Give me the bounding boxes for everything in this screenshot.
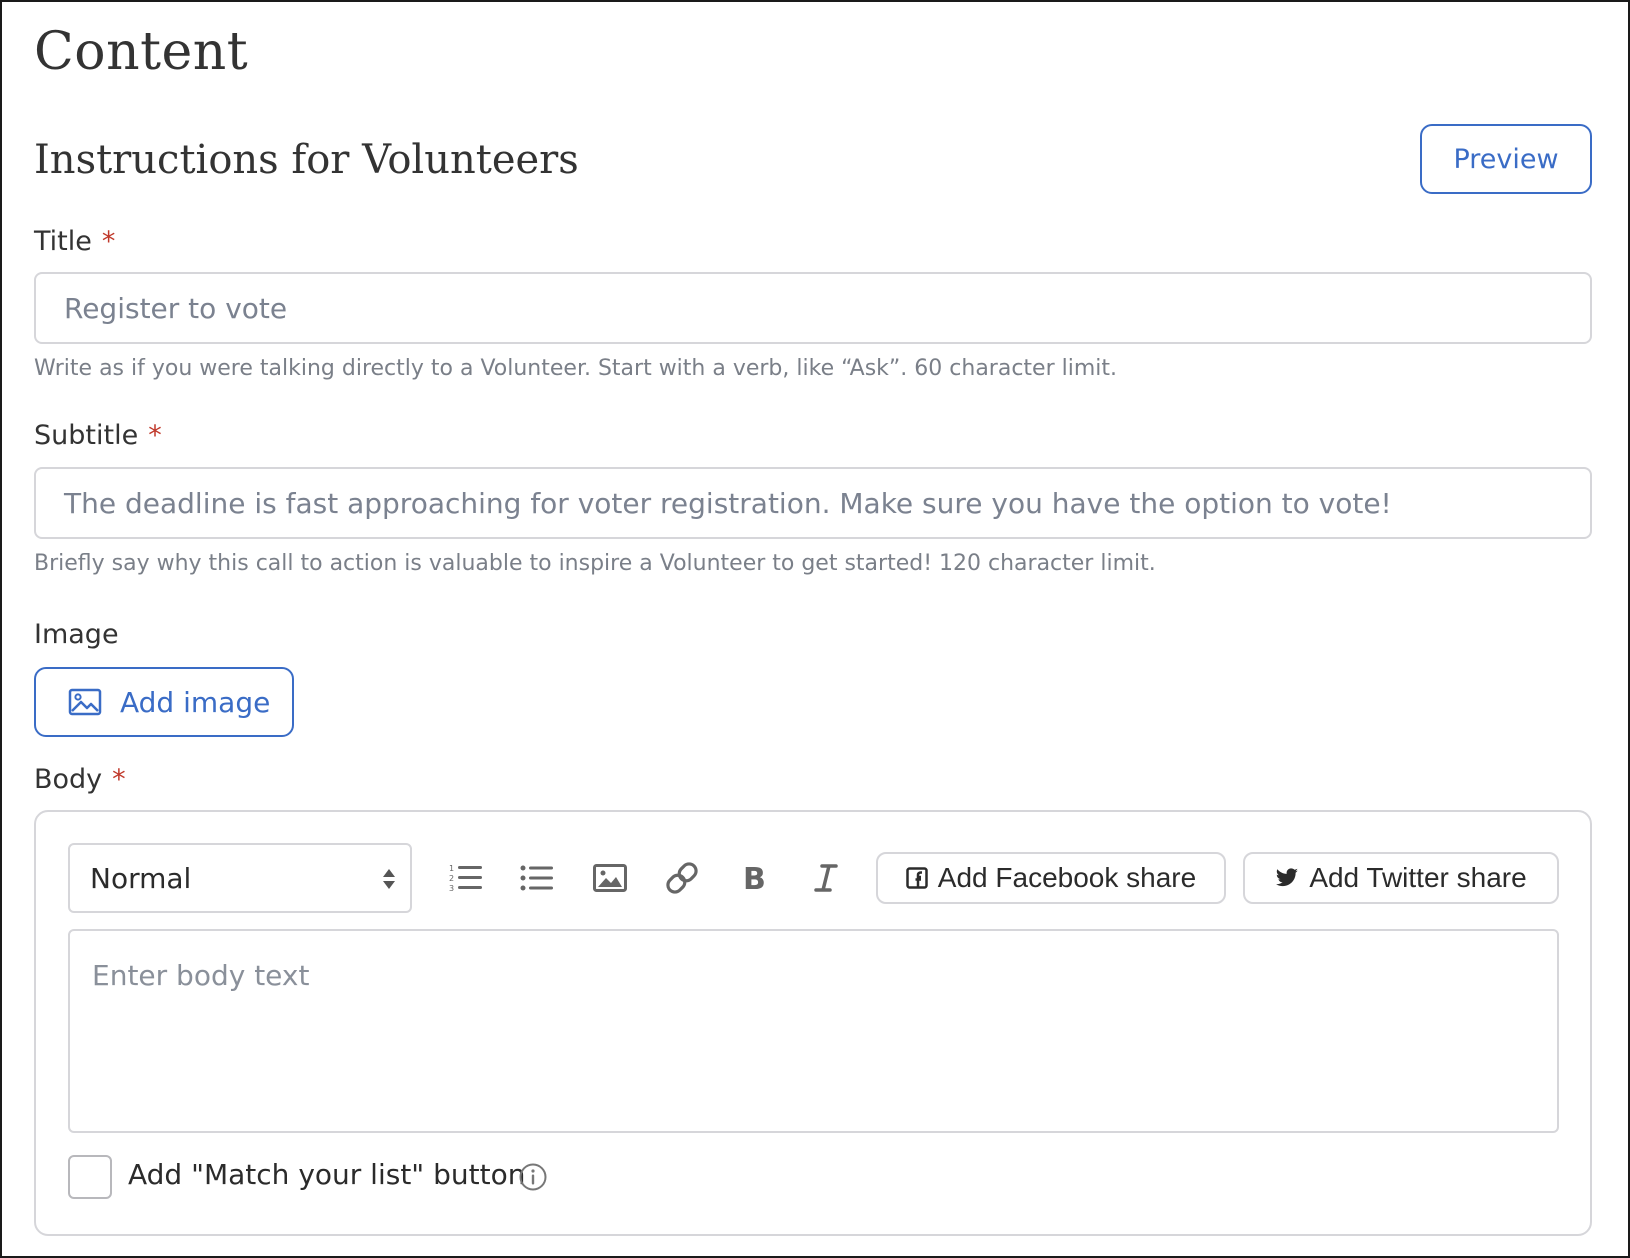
preview-button[interactable]: Preview (1420, 124, 1592, 194)
required-asterisk: * (148, 420, 162, 451)
select-arrows-icon (383, 869, 395, 889)
subtitle-label-text: Subtitle (34, 420, 139, 451)
match-list-label: Add "Match your list" button (128, 1158, 526, 1191)
image-icon (68, 688, 102, 716)
body-editor-placeholder: Enter body text (92, 959, 310, 992)
facebook-share-label: Add Facebook share (937, 862, 1197, 893)
subtitle-hint: Briefly say why this call to action is v… (34, 551, 1156, 576)
insert-image-icon[interactable] (590, 858, 630, 898)
title-input-placeholder: Register to vote (64, 291, 288, 325)
add-image-label: Add image (120, 685, 271, 719)
twitter-share-label: Add Twitter share (1309, 862, 1527, 893)
bold-icon[interactable]: B (734, 858, 774, 898)
svg-text:2: 2 (449, 874, 454, 883)
body-text-editor[interactable]: Enter body text (68, 929, 1559, 1133)
required-asterisk: * (101, 226, 116, 257)
title-hint: Write as if you were talking directly to… (34, 356, 1118, 381)
add-facebook-share-button[interactable]: Add Facebook share (876, 852, 1226, 904)
subtitle-field-label: Subtitle * (34, 420, 162, 451)
body-field-label: Body * (34, 764, 126, 795)
subtitle-input-placeholder: The deadline is fast approaching for vot… (64, 486, 1392, 520)
section-title: Instructions for Volunteers (34, 137, 579, 183)
image-field-label: Image (34, 619, 119, 650)
title-field-label: Title * (34, 226, 115, 257)
info-icon[interactable] (518, 1162, 548, 1192)
link-icon[interactable] (662, 858, 702, 898)
add-image-button[interactable]: Add image (34, 667, 294, 737)
italic-icon[interactable] (806, 858, 846, 898)
format-select-value: Normal (90, 861, 192, 895)
svg-text:B: B (743, 862, 766, 894)
match-list-checkbox[interactable] (68, 1155, 112, 1199)
svg-text:1: 1 (449, 864, 454, 873)
format-select[interactable]: Normal (68, 843, 412, 913)
required-asterisk: * (112, 764, 126, 795)
unordered-list-icon[interactable] (517, 858, 557, 898)
title-input[interactable]: Register to vote (34, 272, 1592, 344)
facebook-icon (906, 867, 928, 889)
subtitle-input[interactable]: The deadline is fast approaching for vot… (34, 467, 1592, 539)
ordered-list-icon[interactable]: 1 2 3 (446, 858, 486, 898)
page-title: Content (34, 22, 249, 82)
svg-text:3: 3 (449, 884, 454, 893)
twitter-icon (1276, 868, 1299, 887)
add-twitter-share-button[interactable]: Add Twitter share (1243, 852, 1559, 904)
title-label-text: Title (34, 226, 92, 257)
body-label-text: Body (34, 764, 103, 795)
